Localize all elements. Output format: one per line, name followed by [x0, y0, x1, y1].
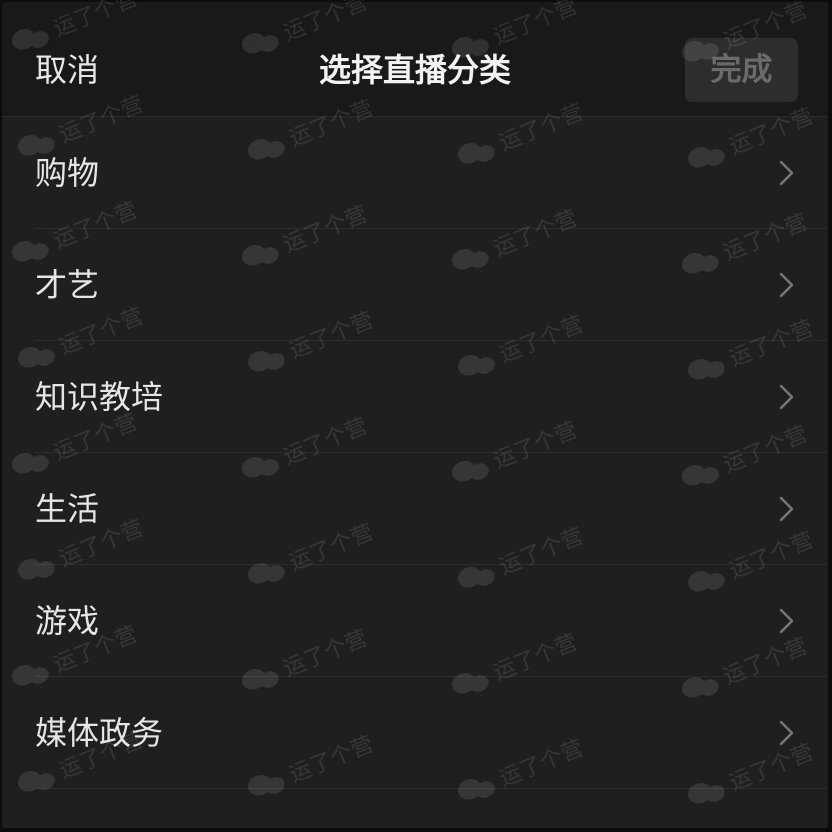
- chevron-right-icon: [779, 272, 794, 298]
- category-picker-sheet: 取消 选择直播分类 完成 购物 才艺 知识教培 生活 游戏 媒体政务: [2, 2, 828, 828]
- category-item-life[interactable]: 生活: [2, 453, 828, 565]
- chevron-right-icon: [779, 720, 794, 746]
- chevron-right-icon: [779, 496, 794, 522]
- category-label: 生活: [35, 490, 100, 528]
- category-label: 知识教培: [35, 378, 164, 416]
- category-label: 媒体政务: [35, 714, 164, 752]
- chevron-right-icon: [779, 160, 794, 186]
- category-item-talent[interactable]: 才艺: [2, 229, 828, 341]
- category-item-games[interactable]: 游戏: [2, 565, 828, 677]
- category-label: 才艺: [35, 266, 100, 304]
- chevron-right-icon: [779, 384, 794, 410]
- category-item-education[interactable]: 知识教培: [2, 341, 828, 453]
- category-label: 游戏: [35, 602, 100, 640]
- navigation-bar: 取消 选择直播分类 完成: [2, 2, 828, 117]
- category-label: 购物: [35, 154, 100, 192]
- category-item-media-government[interactable]: 媒体政务: [2, 677, 828, 789]
- done-button[interactable]: 完成: [685, 38, 798, 102]
- chevron-right-icon: [779, 608, 794, 634]
- category-item-shopping[interactable]: 购物: [2, 117, 828, 229]
- category-list: 购物 才艺 知识教培 生活 游戏 媒体政务: [2, 117, 828, 789]
